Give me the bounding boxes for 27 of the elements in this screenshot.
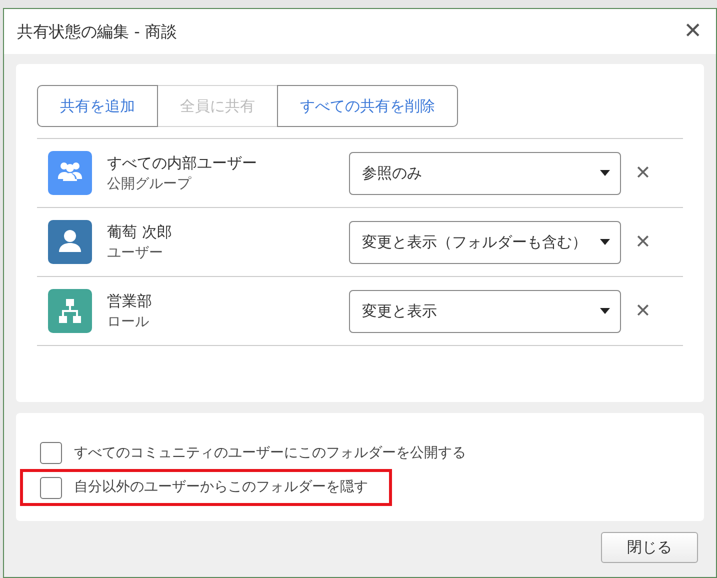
access-value: 変更と表示（フォルダーも含む） [362,232,587,253]
action-button[interactable]: 共有を追加 [37,85,158,127]
remove-button[interactable]: ✕ [635,232,651,252]
close-dialog-button[interactable]: 閉じる [601,532,698,563]
access-select[interactable]: 参照のみ [349,152,621,194]
share-type: ユーザー [107,244,164,263]
window-title: 共有状態の編集 - 商談 [17,20,177,42]
access-value: 変更と表示 [362,300,437,322]
action-button[interactable]: すべての共有を削除 [277,85,458,127]
share-type: ロール [107,313,150,332]
share-type: 公開グループ [107,175,192,194]
remove-button[interactable]: ✕ [635,164,651,182]
close-button[interactable]: ✕ [684,20,702,42]
checkbox-label: 自分以外のユーザーからこのフォルダーを隠す [74,478,368,497]
share-name: 営業部 [107,291,153,312]
access-select[interactable]: 変更と表示 [349,290,621,332]
access-value: 参照のみ [362,162,422,184]
checkbox-label: すべてのコミュニティのユーザーにこのフォルダーを公開する [74,444,466,462]
share-name: すべての内部ユーザー [107,153,258,174]
dropdown-caret-icon [600,170,610,176]
remove-button[interactable]: ✕ [635,302,651,320]
checkbox[interactable] [40,442,62,464]
checkbox[interactable] [40,476,62,498]
share-name: 葡萄 次郎 [107,222,173,243]
dropdown-caret-icon [600,239,610,245]
dropdown-caret-icon [600,308,610,314]
access-select[interactable]: 変更と表示（フォルダーも含む） [349,220,621,264]
